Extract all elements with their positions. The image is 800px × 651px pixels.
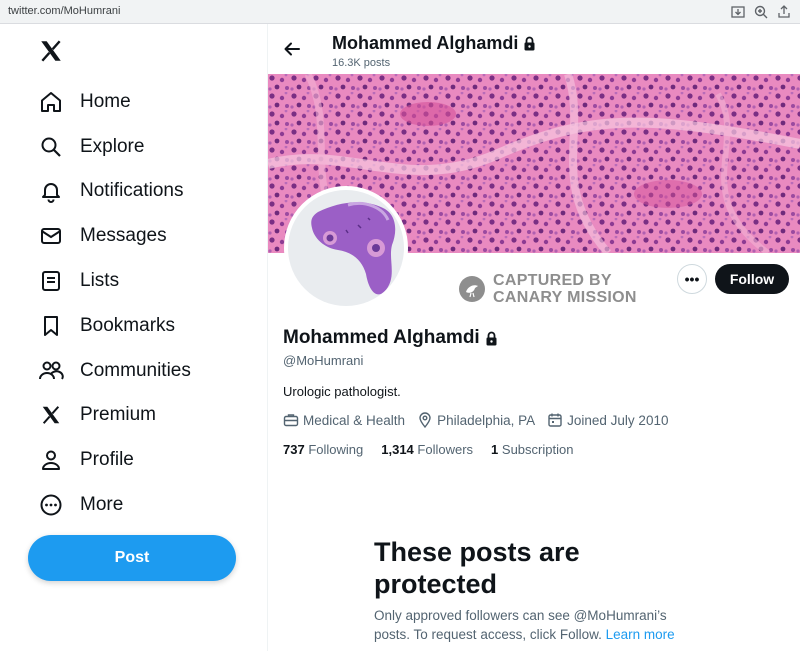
left-navigation: Home Explore Notifications Messages List…	[0, 24, 268, 651]
nav-label: Communities	[80, 360, 191, 381]
x-logo-icon[interactable]	[38, 38, 64, 64]
people-icon	[38, 358, 64, 384]
nav-label: Notifications	[80, 180, 184, 201]
profile-handle: @MoHumrani	[283, 353, 364, 368]
lock-icon	[486, 331, 497, 345]
nav-lists[interactable]: Lists	[28, 261, 248, 301]
watermark-line2: CANARY MISSION	[493, 289, 637, 306]
header-title: Mohammed Alghamdi	[332, 33, 536, 54]
bookmark-icon	[38, 313, 64, 339]
nav-label: Messages	[80, 225, 167, 246]
nav-profile[interactable]: Profile	[28, 440, 248, 480]
nav-label: Bookmarks	[80, 315, 176, 336]
nav-label: More	[80, 494, 124, 515]
search-icon	[38, 134, 64, 160]
follow-button[interactable]: Follow	[715, 264, 789, 294]
share-icon[interactable]	[776, 4, 792, 20]
nav-explore[interactable]: Explore	[28, 127, 248, 167]
joined-item: Joined July 2010	[547, 412, 668, 428]
back-arrow-icon[interactable]	[282, 39, 302, 59]
followers-count: 1,314	[381, 442, 414, 457]
canary-mission-watermark: CAPTURED BY CANARY MISSION	[458, 272, 637, 306]
nav-label: Profile	[80, 449, 134, 470]
location-pin-icon	[419, 412, 431, 428]
list-icon	[38, 268, 64, 294]
more-circle-icon	[38, 492, 64, 518]
nav-label: Home	[80, 91, 131, 112]
url-text[interactable]: twitter.com/MoHumrani	[8, 5, 120, 17]
followers-link[interactable]: 1,314 Followers	[381, 442, 473, 457]
post-count: 16.3K posts	[332, 57, 391, 69]
nav-label: Premium	[80, 404, 157, 425]
joined-text: Joined July 2010	[567, 412, 669, 428]
profile-name: Mohammed Alghamdi	[283, 327, 480, 348]
profile-name-row: Mohammed Alghamdi	[283, 327, 498, 349]
protected-message: Only approved followers can see @MoHumra…	[374, 606, 694, 644]
nav-bookmarks[interactable]: Bookmarks	[28, 306, 248, 346]
home-icon	[38, 89, 64, 115]
profile-avatar[interactable]	[284, 186, 408, 310]
category-text: Medical & Health	[303, 412, 406, 428]
calendar-icon	[548, 413, 562, 427]
nav-more[interactable]: More	[28, 485, 248, 525]
download-icon[interactable]	[730, 4, 746, 20]
category-item: Medical & Health	[283, 412, 405, 428]
protected-title: These posts are protected	[374, 537, 580, 599]
learn-more-link[interactable]: Learn more	[606, 627, 675, 642]
nav-premium[interactable]: Premium	[28, 395, 248, 435]
more-options-button[interactable]: •••	[677, 264, 707, 294]
x-logo-icon	[38, 402, 64, 428]
browser-address-bar[interactable]: twitter.com/MoHumrani	[0, 0, 800, 24]
canary-bird-icon	[459, 276, 485, 302]
zoom-icon[interactable]	[753, 4, 769, 20]
nav-label: Lists	[80, 270, 120, 291]
nav-notifications[interactable]: Notifications	[28, 171, 248, 211]
watermark-line1: CAPTURED BY	[493, 272, 612, 289]
nav-communities[interactable]: Communities	[28, 351, 248, 391]
subscription-link[interactable]: 1 Subscription	[491, 442, 573, 457]
header-name: Mohammed Alghamdi	[332, 33, 519, 53]
subscription-label: Subscription	[501, 442, 574, 457]
person-icon	[38, 447, 64, 473]
location-item: Philadelphia, PA	[417, 412, 535, 428]
following-count: 737	[283, 442, 305, 457]
profile-main: Mohammed Alghamdi 16.3K posts CAPTURED B…	[268, 24, 800, 651]
profile-meta: Medical & Health Philadelphia, PA Joined…	[283, 412, 680, 428]
nav-messages[interactable]: Messages	[28, 216, 248, 256]
following-label: Following	[308, 442, 364, 457]
followers-label: Followers	[417, 442, 474, 457]
location-text: Philadelphia, PA	[437, 412, 536, 428]
profile-bio: Urologic pathologist.	[283, 384, 401, 399]
following-link[interactable]: 737 Following	[283, 442, 363, 457]
nav-home[interactable]: Home	[28, 82, 248, 122]
post-button[interactable]: Post	[28, 535, 236, 581]
subscription-count: 1	[491, 442, 499, 457]
lock-icon	[524, 36, 535, 51]
briefcase-icon	[283, 414, 299, 427]
nav-label: Explore	[80, 136, 145, 157]
bell-icon	[38, 178, 64, 204]
envelope-icon	[38, 223, 64, 249]
profile-stats: 737 Following 1,314 Followers 1 Subscrip…	[283, 442, 591, 457]
